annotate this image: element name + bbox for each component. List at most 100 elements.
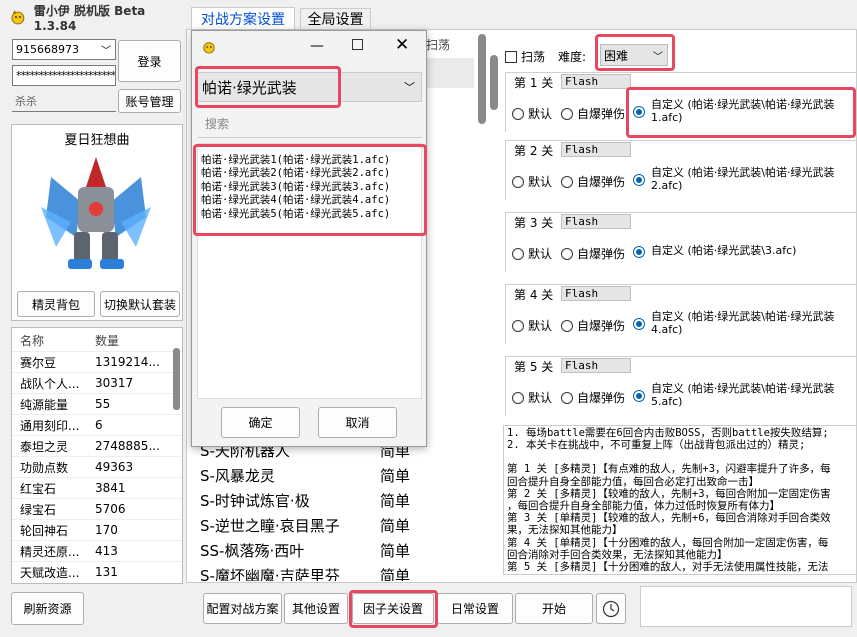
stage-label: 第 4 关: [514, 288, 554, 302]
password-field[interactable]: **************************: [12, 65, 116, 86]
list-item[interactable]: S-时钟试炼官·极 简单: [194, 488, 474, 513]
search-input[interactable]: 搜索: [197, 110, 422, 138]
resource-name: 纯源能量: [20, 397, 69, 412]
plan-select[interactable]: 帕诺·绿光武装 ﹀: [197, 72, 422, 102]
dialog-title-bar: — ✕: [192, 31, 426, 61]
stage-group: 第 1 关 Flash 默认 自爆弹伤 自定义 (帕诺·绿光武装\帕诺·绿光武装 1.af…: [505, 72, 857, 132]
option-custom[interactable]: 自定义 (帕诺·绿光武装\帕诺·绿光武装 1.afc): [633, 98, 857, 124]
factor-settings-button[interactable]: 因子关设置: [352, 593, 434, 624]
option-custom[interactable]: 自定义 (帕诺·绿光武装\3.afc): [633, 238, 857, 258]
sweep-checkbox-box[interactable]: [505, 50, 517, 63]
table-row: 精灵还原... 413: [12, 540, 182, 561]
maximize-icon[interactable]: [352, 39, 363, 50]
refresh-resources-button[interactable]: 刷新资源: [11, 592, 84, 625]
timer-button[interactable]: [596, 593, 626, 624]
start-button[interactable]: 开始: [515, 593, 593, 624]
boss-list-scrollbar[interactable]: [478, 34, 486, 124]
stage-mode-select[interactable]: Flash: [561, 358, 631, 373]
timer-display: [640, 586, 852, 627]
resources-scrollbar[interactable]: [173, 348, 180, 410]
resource-amount: 413: [95, 544, 118, 558]
option-default[interactable]: 默认: [512, 105, 552, 122]
boss-name: S-逆世之瞳·哀目黑子: [200, 517, 340, 535]
title-bar: 雷小伊 脱机版 Beta 1.3.84: [0, 0, 190, 34]
custom-file: 1.afc): [651, 111, 683, 124]
option-custom[interactable]: 自定义 (帕诺·绿光武装\帕诺·绿光武装 5.afc): [633, 382, 857, 408]
ok-button[interactable]: 确定: [221, 407, 300, 438]
custom-path: 自定义 (帕诺·绿光武装\3.afc): [651, 244, 797, 257]
resource-name: 天赋改造...: [20, 565, 80, 580]
minimize-icon[interactable]: —: [310, 38, 324, 54]
description-line: 2. 本关卡在挑战中，不可重复上阵（出战背包派出过的）精灵;: [507, 439, 806, 452]
list-item[interactable]: S-魔坏幽魔·吉萨里芬 简单: [194, 563, 474, 581]
stage-group: 第 2 关 Flash 默认 自爆弹伤 自定义 (帕诺·绿光武装\帕诺·绿光武装 2.af…: [505, 140, 857, 200]
resource-amount: 131: [95, 565, 118, 579]
table-row: 纯源能量 55: [12, 393, 182, 414]
option-default[interactable]: 默认: [512, 245, 552, 262]
tab-global-settings[interactable]: 全局设置: [300, 8, 371, 29]
option-custom[interactable]: 自定义 (帕诺·绿光武装\帕诺·绿光武装 4.afc): [633, 310, 857, 336]
table-row: 轮回神石 170: [12, 519, 182, 540]
chevron-down-icon: ﹀: [653, 51, 663, 63]
stage-mode-select[interactable]: Flash: [561, 286, 631, 301]
tab-battle-plan[interactable]: 对战方案设置: [191, 7, 295, 29]
pet-image: [41, 157, 151, 269]
pet-panel: 夏日狂想曲 精灵背包 切换默认套装: [11, 124, 183, 321]
table-row: 战队个人... 30317: [12, 372, 182, 393]
option-self-destruct[interactable]: 自爆弹伤: [561, 173, 625, 190]
list-item[interactable]: S-风暴龙灵 简单: [194, 463, 474, 488]
boss-list-header: 扫荡: [426, 38, 451, 52]
plan-item[interactable]: 帕诺·绿光武装2(帕诺·绿光武装2.afc): [201, 167, 421, 180]
account-manage-button[interactable]: 账号管理: [118, 89, 181, 113]
custom-file: 4.afc): [651, 323, 683, 336]
login-button[interactable]: 登录: [118, 40, 181, 82]
stage-group: 第 4 关 Flash 默认 自爆弹伤 自定义 (帕诺·绿光武装\帕诺·绿光武装 4.af…: [505, 284, 857, 344]
sweep-checkbox[interactable]: 扫荡: [505, 48, 545, 65]
option-self-destruct[interactable]: 自爆弹伤: [561, 105, 625, 122]
cancel-button[interactable]: 取消: [318, 407, 397, 438]
pet-bag-button[interactable]: 精灵背包: [17, 291, 95, 317]
plan-item[interactable]: 帕诺·绿光武装4(帕诺·绿光武装4.afc): [201, 194, 421, 207]
description-line: ，每回合提升自身全部能力值，体力过低时恢复所有体力】: [507, 500, 780, 513]
stage-label: 第 1 关: [514, 76, 554, 90]
difficulty-select[interactable]: 困难 ﹀: [600, 44, 668, 66]
stage-mode-select[interactable]: Flash: [561, 74, 631, 89]
other-settings-button[interactable]: 其他设置: [284, 593, 348, 624]
plan-item[interactable]: 帕诺·绿光武装5(帕诺·绿光武装5.afc): [201, 208, 421, 221]
stage-group: 第 5 关 Flash 默认 自爆弹伤 自定义 (帕诺·绿光武装\帕诺·绿光武装 5.af…: [505, 356, 857, 416]
option-default[interactable]: 默认: [512, 173, 552, 190]
close-icon[interactable]: ✕: [395, 35, 409, 55]
option-self-destruct[interactable]: 自爆弹伤: [561, 389, 625, 406]
table-row: 红宝石 3841: [12, 477, 182, 498]
resource-amount: 5706: [95, 502, 126, 516]
resource-amount: 30317: [95, 376, 134, 390]
option-self-destruct[interactable]: 自爆弹伤: [561, 317, 625, 334]
list-item[interactable]: S-逆世之瞳·哀目黑子 简单: [194, 513, 474, 538]
stage-mode-select[interactable]: Flash: [561, 142, 631, 157]
option-default[interactable]: 默认: [512, 317, 552, 334]
stages-scrollbar[interactable]: [490, 55, 498, 110]
configure-plan-button[interactable]: 配置对战方案: [203, 593, 282, 624]
description-line: 回合提升自身全部能力值，每回合必定打出致命一击】: [507, 475, 759, 488]
account-select[interactable]: 915668973 ﹀: [12, 39, 116, 60]
stage-label: 第 5 关: [514, 360, 554, 374]
option-self-destruct[interactable]: 自爆弹伤: [561, 245, 625, 262]
stage-mode-select[interactable]: Flash: [561, 214, 631, 229]
server-field[interactable]: 杀杀: [12, 91, 116, 112]
switch-suit-button[interactable]: 切换默认套装: [100, 291, 180, 317]
list-item[interactable]: SS-枫落殇·西叶 简单: [194, 538, 474, 563]
table-row: 泰坦之灵 2748885...: [12, 435, 182, 456]
description-line: 第 4 关 [单精灵]【十分困难的敌人，每回合附加一定固定伤害，每: [507, 536, 829, 549]
daily-settings-button[interactable]: 日常设置: [437, 593, 513, 624]
custom-path: 自定义 (帕诺·绿光武装\帕诺·绿光武装: [651, 166, 835, 179]
description-line: 果，无法探知其他能力】: [507, 524, 623, 537]
custom-path: 自定义 (帕诺·绿光武装\帕诺·绿光武装: [651, 98, 835, 111]
plan-item[interactable]: 帕诺·绿光武装1(帕诺·绿光武装1.afc): [201, 154, 421, 167]
resource-amount: 55: [95, 397, 111, 411]
difficulty-label: 难度:: [558, 50, 587, 64]
option-default[interactable]: 默认: [512, 389, 552, 406]
window-title: 雷小伊 脱机版 Beta 1.3.84: [33, 3, 146, 33]
plan-item[interactable]: 帕诺·绿光武装3(帕诺·绿光武装3.afc): [201, 181, 421, 194]
option-custom[interactable]: 自定义 (帕诺·绿光武装\帕诺·绿光武装 2.afc): [633, 166, 857, 192]
chevron-down-icon: ﹀: [101, 46, 111, 57]
